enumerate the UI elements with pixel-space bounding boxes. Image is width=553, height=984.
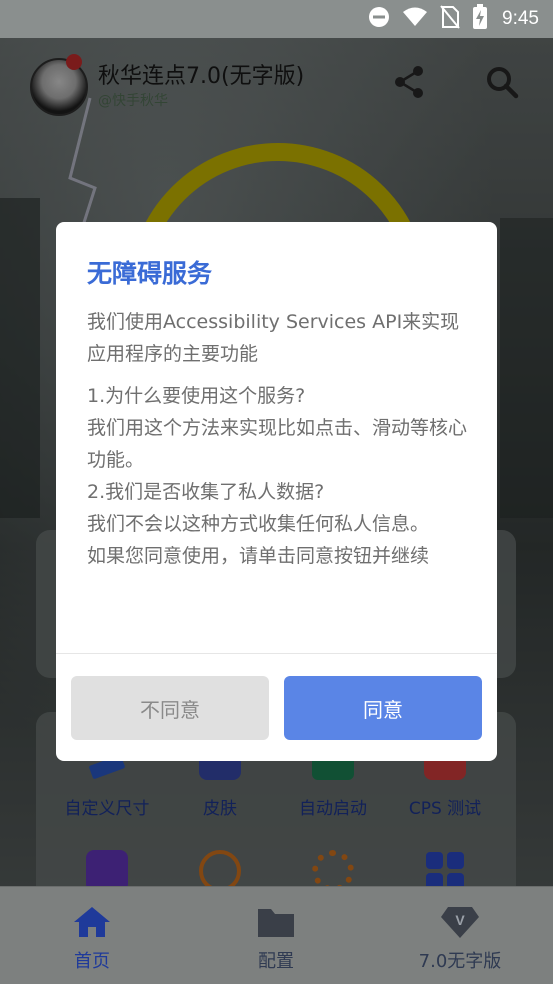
wifi-icon — [402, 6, 428, 32]
nav-label-config: 配置 — [258, 951, 294, 972]
status-icons: 9:45 — [368, 4, 539, 34]
status-bar: 9:45 — [0, 0, 553, 38]
accessibility-dialog: 无障碍服务 我们使用Accessibility Services API来实现应… — [56, 222, 497, 761]
battery-charging-icon — [472, 4, 488, 34]
dialog-consent: 如果您同意使用，请单击同意按钮并继续 — [87, 545, 430, 567]
nav-item-home[interactable]: 首页 — [22, 905, 162, 973]
nav-item-vip[interactable]: V 7.0无字版 — [390, 905, 530, 973]
svg-text:V: V — [455, 912, 465, 928]
dialog-divider — [56, 653, 497, 654]
home-icon — [72, 907, 112, 943]
status-time: 9:45 — [502, 8, 539, 29]
vip-icon: V — [440, 907, 480, 943]
folder-icon — [256, 909, 296, 943]
no-sim-icon — [440, 5, 460, 33]
dialog-title: 无障碍服务 — [87, 259, 213, 288]
dialog-body: 我们使用Accessibility Services API来实现应用程序的主要… — [87, 306, 477, 572]
nav-item-config[interactable]: 配置 — [206, 905, 346, 973]
dialog-question-2: 2.我们是否收集了私人数据? — [87, 481, 325, 503]
disagree-button[interactable]: 不同意 — [71, 676, 269, 740]
do-not-disturb-icon — [368, 6, 390, 32]
nav-label-vip: 7.0无字版 — [418, 951, 502, 972]
agree-button[interactable]: 同意 — [284, 676, 482, 740]
bottom-nav: 首页 配置 V 7.0无字版 — [0, 886, 553, 984]
nav-label-home: 首页 — [74, 951, 110, 972]
dialog-answer-1: 我们用这个方法来实现比如点击、滑动等核心功能。 — [87, 417, 468, 471]
dialog-answer-2: 我们不会以这种方式收集任何私人信息。 — [87, 513, 430, 535]
dialog-intro: 我们使用Accessibility Services API来实现应用程序的主要… — [87, 311, 460, 365]
dialog-question-1: 1.为什么要使用这个服务? — [87, 385, 306, 407]
